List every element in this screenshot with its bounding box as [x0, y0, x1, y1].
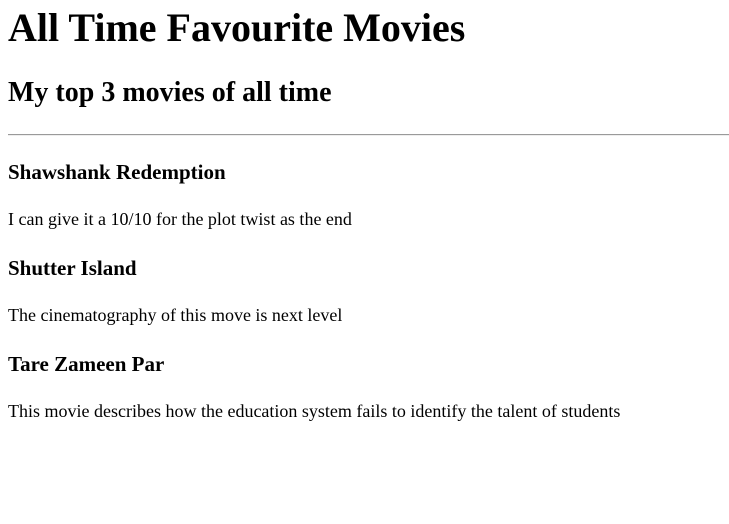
movie-title: Tare Zameen Par — [8, 352, 165, 376]
page-subtitle: My top 3 movies of all time — [8, 77, 332, 108]
movie-title: Shutter Island — [8, 256, 137, 280]
movie-item: Shutter Island The cinematography of thi… — [8, 256, 729, 326]
divider — [8, 134, 729, 136]
page-title: All Time Favourite Movies — [8, 5, 466, 50]
movie-item: Tare Zameen Par This movie describes how… — [8, 352, 729, 422]
movie-list: Shawshank Redemption I can give it a 10/… — [8, 160, 729, 422]
movie-title: Shawshank Redemption — [8, 160, 226, 184]
movie-review: This movie describes how the education s… — [8, 401, 621, 421]
page-content: All Time Favourite Movies My top 3 movie… — [8, 0, 729, 422]
movie-item: Shawshank Redemption I can give it a 10/… — [8, 160, 729, 230]
movie-review: The cinematography of this move is next … — [8, 305, 343, 325]
movie-review: I can give it a 10/10 for the plot twist… — [8, 209, 352, 229]
